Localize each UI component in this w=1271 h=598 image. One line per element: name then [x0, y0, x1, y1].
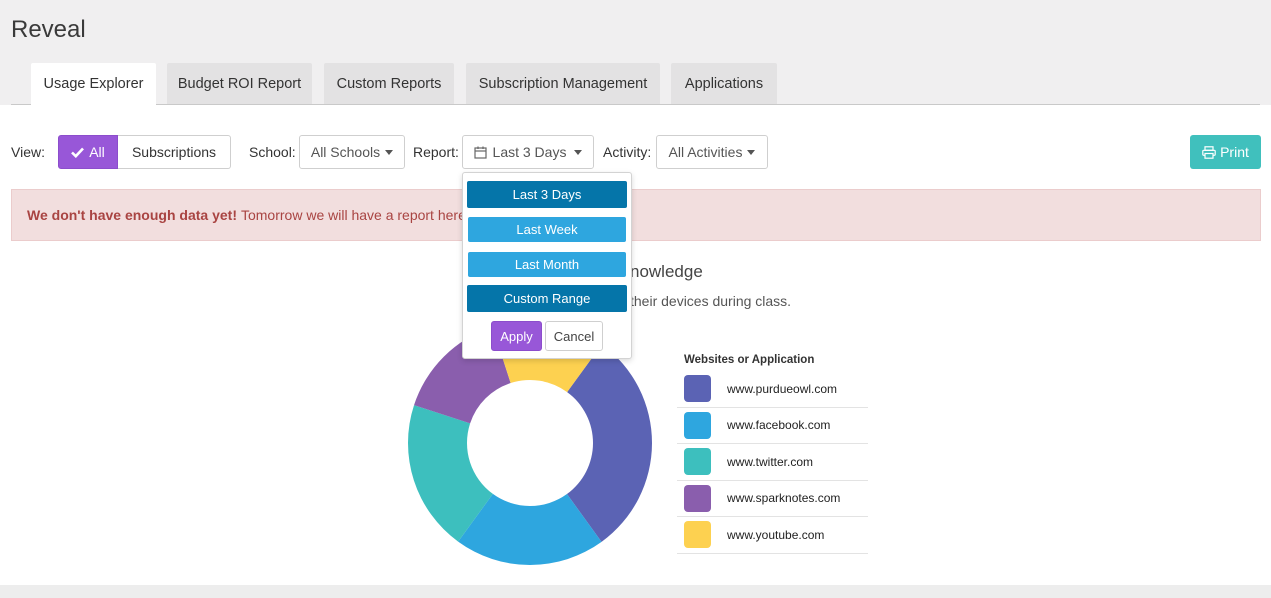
legend-item: www.purdueowl.com: [677, 371, 868, 408]
legend-item: www.sparknotes.com: [677, 481, 868, 517]
legend-item: www.youtube.com: [677, 517, 868, 554]
report-label: Report:: [413, 144, 459, 160]
chevron-down-icon: [574, 149, 583, 155]
report-select-value: Last 3 Days: [492, 144, 567, 160]
legend-item: www.twitter.com: [677, 444, 868, 481]
legend-label: www.twitter.com: [727, 454, 814, 469]
print-icon: [1202, 145, 1216, 159]
app-title: Reveal: [11, 16, 86, 43]
legend-label: www.facebook.com: [727, 418, 831, 433]
chevron-down-icon: [385, 149, 394, 155]
activity-label: Activity:: [603, 144, 652, 160]
apply-button[interactable]: Apply: [491, 321, 542, 351]
main-panel: View: All Subscriptions School: All Scho…: [0, 105, 1271, 585]
check-icon: [71, 147, 85, 158]
view-subscriptions-button[interactable]: Subscriptions: [118, 135, 231, 169]
tab-subscription-management[interactable]: Subscription Management: [466, 63, 660, 104]
print-label: Print: [1220, 144, 1249, 160]
legend-swatch: [684, 411, 711, 439]
tab-custom-reports[interactable]: Custom Reports: [324, 63, 454, 104]
tab-applications[interactable]: Applications: [671, 63, 777, 104]
report-range-dropdown: Last 3 Days Last Week Last Month Custom …: [462, 172, 632, 359]
chart-legend: Websites or Application www.purdueowl.co…: [677, 349, 868, 554]
legend-swatch: [684, 448, 711, 476]
tab-bar: Usage Explorer Budget ROI Report Custom …: [11, 63, 1260, 105]
range-option-last-month[interactable]: Last Month: [468, 252, 626, 277]
range-option-custom-range[interactable]: Custom Range: [467, 285, 627, 312]
tab-usage-explorer[interactable]: Usage Explorer: [31, 63, 156, 105]
view-all-label: All: [89, 144, 105, 160]
legend-title: Websites or Application: [684, 354, 815, 366]
legend-label: www.sparknotes.com: [727, 491, 841, 506]
legend-swatch: [684, 484, 711, 512]
no-data-alert: We don't have enough data yet! Tomorrow …: [11, 189, 1261, 241]
legend-swatch: [684, 375, 711, 403]
print-button[interactable]: Print: [1190, 135, 1261, 169]
school-select[interactable]: All Schools: [299, 135, 405, 169]
cancel-button[interactable]: Cancel: [545, 321, 603, 351]
report-select[interactable]: Last 3 Days: [462, 135, 594, 169]
legend-label: www.purdueowl.com: [727, 381, 838, 396]
chevron-down-icon: [747, 149, 756, 155]
range-option-last-3-days[interactable]: Last 3 Days: [467, 181, 627, 208]
alert-text: Tomorrow we will have a report here.: [240, 207, 470, 223]
activity-select[interactable]: All Activities: [656, 135, 768, 169]
activity-select-value: All Activities: [668, 144, 743, 160]
footer-strip: [0, 585, 1271, 598]
alert-strong-text: We don't have enough data yet!: [27, 207, 237, 223]
legend-swatch: [684, 521, 711, 549]
chart-title: nowledge: [630, 262, 703, 281]
school-label: School:: [249, 144, 296, 160]
view-label: View:: [11, 144, 45, 160]
calendar-icon: [473, 146, 487, 159]
school-select-value: All Schools: [310, 144, 381, 160]
legend-label: www.youtube.com: [727, 527, 825, 542]
range-option-last-week[interactable]: Last Week: [468, 217, 626, 242]
legend-item: www.facebook.com: [677, 408, 868, 444]
chart-subtitle: their devices during class.: [630, 293, 792, 309]
tab-budget-roi-report[interactable]: Budget ROI Report: [167, 63, 312, 104]
view-all-button[interactable]: All: [58, 135, 118, 169]
